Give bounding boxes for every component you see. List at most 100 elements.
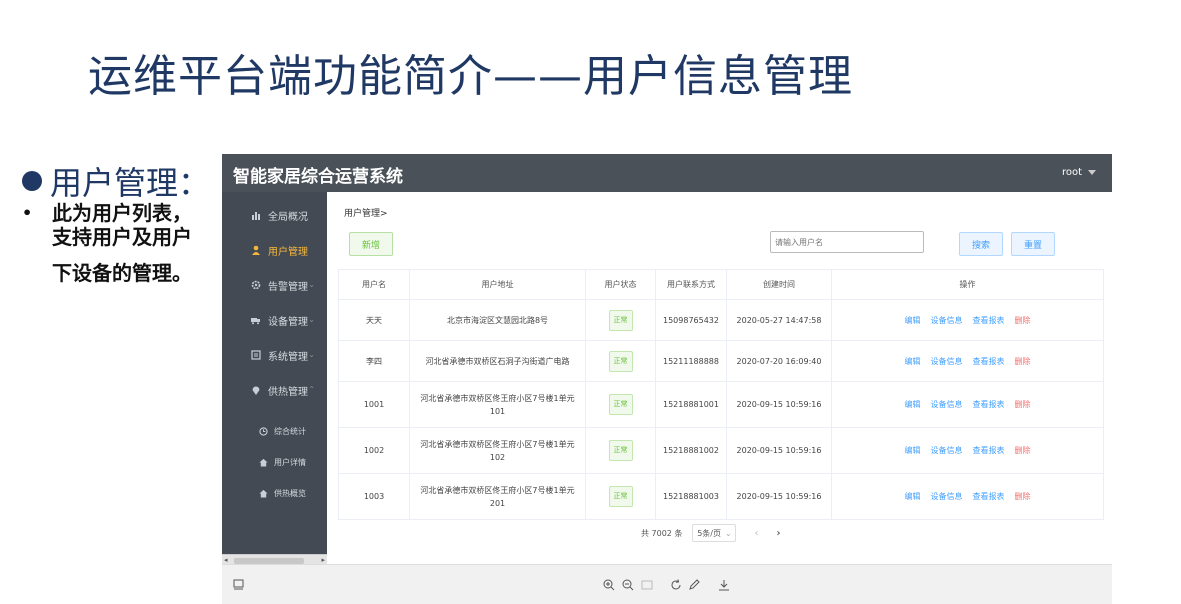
next-page-button[interactable]: › [776,528,780,539]
breadcrumb[interactable]: 用户管理> [344,206,388,219]
sidebar-item-system[interactable]: 系统管理 ⌄ [222,340,327,370]
sidebar-subitem-label: 综合统计 [274,426,306,436]
edit-link[interactable]: 编辑 [905,444,921,457]
edit-link[interactable]: 编辑 [905,398,921,411]
view-report-link[interactable]: 查看报表 [973,490,1005,503]
column-header: 用户状态 [586,270,656,299]
cell-address: 河北省承德市双桥区佟王府小区7号楼1单元102 [410,428,586,473]
cell-phone: 15211188888 [656,341,727,381]
clock-icon [258,426,268,436]
bullet-dot-icon [22,171,42,191]
table-header: 用户名 用户地址 用户状态 用户联系方式 创建时间 操作 [339,270,1103,300]
cell-phone: 15218881002 [656,428,727,473]
add-button[interactable]: 新增 [349,232,393,256]
device-info-link[interactable]: 设备信息 [931,355,963,368]
device-info-link[interactable]: 设备信息 [931,490,963,503]
slide-title: 运维平台端功能简介——用户信息管理 [88,51,853,102]
download-icon[interactable] [718,579,730,594]
cell-actions: 编辑 设备信息 查看报表 删除 [832,428,1103,473]
search-button[interactable]: 搜索 [959,232,1003,256]
total-count: 共 7002 条 [641,528,683,538]
pagination: 共 7002 条 5条/页 ⌄ ‹ › [641,524,780,542]
cell-status: 正常 [586,382,656,427]
sidebar-item-devices[interactable]: 设备管理 ⌄ [222,305,327,335]
edit-link[interactable]: 编辑 [905,490,921,503]
cell-status: 正常 [586,428,656,473]
view-report-link[interactable]: 查看报表 [973,398,1005,411]
sidebar-item-label: 全局概况 [268,211,308,223]
sub-bullet-dot-icon: • [22,203,33,222]
user-menu[interactable]: root [1062,167,1096,178]
view-report-link[interactable]: 查看报表 [973,444,1005,457]
scroll-left-icon[interactable]: ◂ [224,556,228,564]
location-icon [250,384,262,396]
chevron-down-icon: ⌄ [308,315,315,324]
cell-status: 正常 [586,474,656,519]
view-report-link[interactable]: 查看报表 [973,355,1005,368]
pencil-icon[interactable] [688,579,700,594]
search-input[interactable] [770,231,924,253]
scroll-right-icon[interactable]: ▸ [321,556,325,564]
sidebar-item-overview[interactable]: 全局概况 [222,200,327,230]
cell-address: 河北省承德市双桥区石洞子沟街道广电路 [410,341,586,381]
device-info-link[interactable]: 设备信息 [931,398,963,411]
delete-link[interactable]: 删除 [1015,444,1031,457]
document-icon [250,349,262,361]
zoom-out-icon[interactable] [622,579,634,594]
table-row: 李四 河北省承德市双桥区石洞子沟街道广电路 正常 15211188888 202… [339,341,1103,382]
column-header: 操作 [959,280,976,289]
cell-address: 北京市海淀区文慧园北路8号 [410,300,586,340]
reset-button[interactable]: 重置 [1011,232,1055,256]
cell-address: 河北省承德市双桥区佟王府小区7号楼1单元201 [410,474,586,519]
sidebar: 全局概况 用户管理 告警管理 ⌄ 设备管理 ⌄ 系统管理 ⌄ 供热管理 ⌃ 综合… [222,192,327,557]
screen-icon[interactable] [233,579,244,593]
user-name: root [1061,167,1082,178]
sidebar-item-users[interactable]: 用户管理 [222,235,327,265]
cell-created: 2020-05-27 14:47:58 [727,300,832,340]
device-info-link[interactable]: 设备信息 [931,444,963,457]
bar-chart-icon [250,209,262,221]
sidebar-item-heating[interactable]: 供热管理 ⌃ [222,375,327,405]
gear-icon [250,279,262,291]
app-title: 智能家居综合运营系统 [233,167,403,187]
sidebar-item-alarms[interactable]: 告警管理 ⌄ [222,270,327,300]
fit-icon[interactable] [641,579,653,594]
user-icon [250,244,262,256]
rotate-icon[interactable] [670,579,682,594]
delete-link[interactable]: 删除 [1015,314,1031,327]
truck-icon [250,314,262,326]
delete-link[interactable]: 删除 [1015,490,1031,503]
cell-actions: 编辑 设备信息 查看报表 删除 [832,300,1103,340]
status-badge: 正常 [608,440,633,461]
page-size-value: 5条/页 [697,528,721,538]
sidebar-subitem-heating-overview[interactable]: 供热概览 [222,479,327,507]
table-row: 1002 河北省承德市双桥区佟王府小区7号楼1单元102 正常 15218881… [339,428,1103,474]
app-window: 智能家居综合运营系统 root 全局概况 用户管理 告警管理 ⌄ 设备管理 ⌄ … [222,154,1112,604]
cell-name: 天天 [339,300,410,340]
sidebar-subitem-user-detail[interactable]: 用户详情 [222,448,327,476]
main-content: 用户管理> 新增 搜索 重置 用户名 用户地址 用户状态 用户联系方式 创建时间… [327,192,1112,562]
sidebar-item-label: 告警管理 [268,281,308,293]
edit-link[interactable]: 编辑 [905,314,921,327]
column-header: 用户联系方式 [656,270,727,299]
table-row: 1001 河北省承德市双桥区佟王府小区7号楼1单元101 正常 15218881… [339,382,1103,428]
delete-link[interactable]: 删除 [1015,355,1031,368]
chevron-up-icon: ⌃ [308,385,315,394]
status-badge: 正常 [608,350,633,372]
device-info-link[interactable]: 设备信息 [931,314,963,327]
cell-phone: 15218881003 [656,474,727,519]
sidebar-subitem-label: 供热概览 [274,488,306,498]
page-size-select[interactable]: 5条/页 ⌄ [692,524,737,542]
cell-status: 正常 [586,341,656,381]
zoom-in-icon[interactable] [603,579,615,594]
cell-name: 李四 [339,341,410,381]
view-report-link[interactable]: 查看报表 [973,314,1005,327]
edit-link[interactable]: 编辑 [905,355,921,368]
cell-actions: 编辑 设备信息 查看报表 删除 [832,341,1103,381]
cell-created: 2020-09-15 10:59:16 [727,474,832,519]
sidebar-subitem-label: 用户详情 [274,457,306,467]
chevron-down-icon: ⌄ [725,528,732,538]
prev-page-button[interactable]: ‹ [754,528,758,539]
delete-link[interactable]: 删除 [1015,398,1031,411]
sidebar-subitem-stats[interactable]: 综合统计 [222,417,327,445]
